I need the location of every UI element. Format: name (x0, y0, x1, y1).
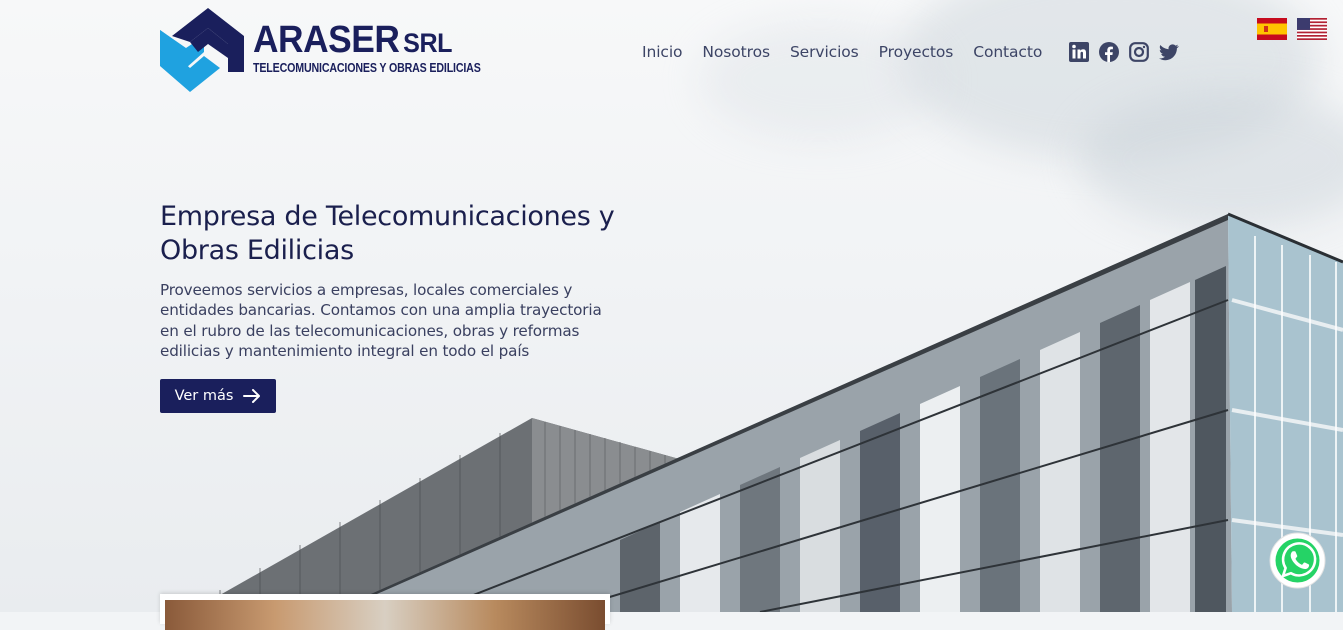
usa-flag-icon[interactable] (1297, 18, 1327, 40)
arrow-right-icon (243, 389, 261, 403)
brand-name-text: ARASER (253, 19, 400, 61)
hero-description: Proveemos servicios a empresas, locales … (160, 281, 602, 360)
facebook-icon[interactable] (1099, 42, 1119, 62)
spain-flag-icon[interactable] (1257, 18, 1287, 40)
logo-mark-icon (160, 8, 244, 92)
linkedin-icon[interactable] (1069, 42, 1089, 62)
nav-item-inicio[interactable]: Inicio (642, 42, 683, 62)
hero-title: Empresa de Telecomunicaciones y Obras Ed… (160, 201, 615, 266)
nav-item-nosotros[interactable]: Nosotros (702, 42, 770, 62)
ver-mas-button[interactable]: Ver más (160, 379, 276, 413)
twitter-icon[interactable] (1159, 42, 1179, 62)
project-card-image (165, 600, 605, 630)
brand-tagline: TELECOMUNICACIONES Y OBRAS EDILICIAS (253, 60, 481, 75)
ver-mas-label: Ver más (174, 388, 234, 404)
language-switcher (1257, 18, 1327, 40)
brand-logo[interactable]: ARASER SRL TELECOMUNICACIONES Y OBRAS EDI… (160, 8, 481, 92)
instagram-icon[interactable] (1129, 42, 1149, 62)
whatsapp-icon[interactable] (1269, 532, 1326, 589)
brand-name: ARASER SRL (253, 20, 452, 63)
social-links (1069, 42, 1179, 62)
nav-item-contacto[interactable]: Contacto (973, 42, 1042, 62)
nav-item-servicios[interactable]: Servicios (790, 42, 859, 62)
nav-item-proyectos[interactable]: Proyectos (879, 42, 954, 62)
main-nav: Inicio Nosotros Servicios Proyectos Cont… (642, 42, 1062, 62)
brand-suffix: SRL (403, 28, 452, 58)
project-card (160, 594, 610, 630)
